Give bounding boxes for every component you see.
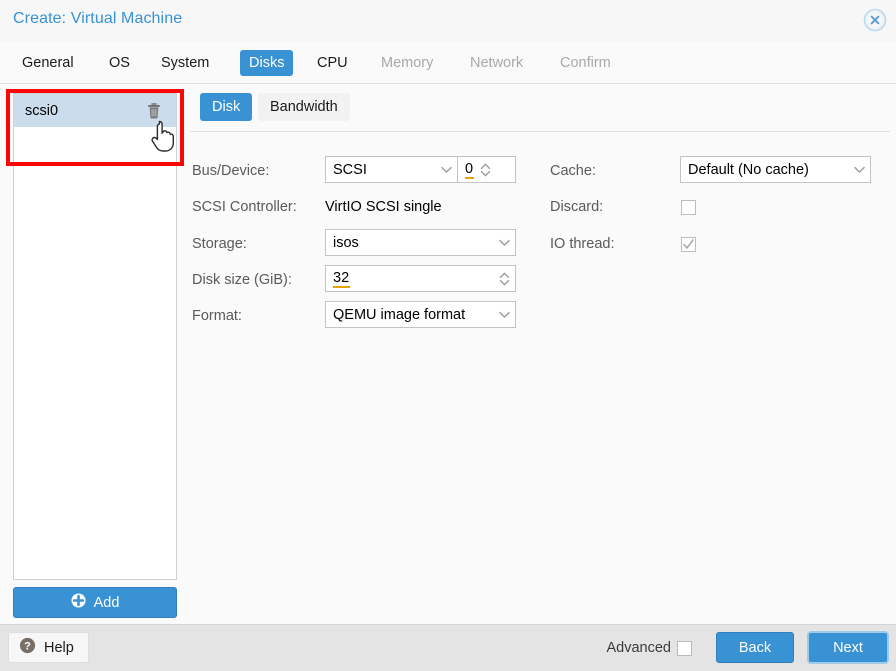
tab-cpu[interactable]: CPU (308, 50, 357, 76)
disk-size-value: 32 (333, 269, 351, 288)
disk-size-stepper[interactable]: 32 (325, 265, 516, 292)
chevron-down-icon (493, 302, 515, 327)
subtab-disk[interactable]: Disk (200, 93, 253, 121)
spinner-arrows-icon[interactable] (493, 266, 515, 291)
bus-device-value: SCSI (333, 161, 367, 178)
chevron-down-icon (435, 157, 457, 182)
discard-label: Discard: (550, 199, 604, 215)
scsi-controller-label: SCSI Controller: (192, 199, 297, 215)
disk-size-label: Disk size (GiB): (192, 272, 292, 288)
tab-confirm: Confirm (560, 55, 611, 71)
bus-device-select[interactable]: SCSI (325, 156, 458, 183)
storage-select[interactable]: isos (325, 229, 516, 256)
wizard-tabbar: General OS System Disks CPU Memory Netwo… (0, 42, 896, 84)
add-disk-button[interactable]: Add (13, 587, 177, 618)
disk-subtabbar: Disk Bandwidth (190, 93, 890, 132)
dialog-titlebar: Create: Virtual Machine (0, 0, 896, 42)
bus-device-label: Bus/Device: (192, 163, 270, 179)
dialog-footer: ? Help Advanced Back Next (0, 624, 896, 671)
question-circle-icon: ? (19, 637, 36, 658)
subtab-divider (190, 131, 890, 132)
disk-name-label: scsi0 (25, 102, 59, 119)
tab-os[interactable]: OS (100, 50, 139, 76)
tab-system[interactable]: System (152, 50, 218, 76)
discard-checkbox[interactable] (681, 200, 696, 215)
spinner-arrows-icon[interactable] (474, 157, 496, 182)
chevron-down-icon (848, 157, 870, 182)
help-button[interactable]: ? Help (8, 632, 89, 663)
add-disk-label: Add (93, 594, 120, 611)
advanced-checkbox[interactable] (677, 641, 692, 656)
tab-network: Network (470, 55, 524, 71)
next-button[interactable]: Next (807, 631, 889, 664)
cache-value: Default (No cache) (688, 161, 809, 178)
tab-general[interactable]: General (13, 50, 83, 76)
format-label: Format: (192, 308, 242, 324)
plus-circle-icon (71, 593, 86, 612)
tab-memory: Memory (381, 55, 434, 71)
subtab-bandwidth[interactable]: Bandwidth (258, 93, 350, 121)
help-label: Help (44, 639, 74, 656)
tab-disks[interactable]: Disks (240, 50, 294, 76)
format-select[interactable]: QEMU image format (325, 301, 516, 328)
back-button[interactable]: Back (716, 632, 794, 663)
format-value: QEMU image format (333, 306, 466, 323)
storage-label: Storage: (192, 236, 247, 252)
create-vm-dialog: Create: Virtual Machine General OS Syste… (0, 0, 896, 671)
disk-settings-panel: Disk Bandwidth Bus/Device: SCSI 0 SCSI C… (190, 93, 890, 618)
trash-icon[interactable] (146, 102, 162, 120)
scsi-controller-value: VirtIO SCSI single (325, 199, 442, 215)
svg-text:?: ? (24, 641, 31, 653)
cache-select[interactable]: Default (No cache) (680, 156, 871, 183)
device-number-value: 0 (465, 160, 475, 179)
chevron-down-icon (493, 230, 515, 255)
dialog-title: Create: Virtual Machine (13, 10, 183, 27)
list-item[interactable]: scsi0 (14, 94, 176, 127)
cache-label: Cache: (550, 163, 596, 179)
advanced-label: Advanced (606, 640, 672, 656)
io-thread-label: IO thread: (550, 236, 615, 252)
io-thread-checkbox[interactable] (681, 237, 696, 252)
disk-list-panel: scsi0 (13, 93, 177, 580)
device-number-stepper[interactable]: 0 (458, 156, 516, 183)
storage-value: isos (333, 234, 359, 251)
close-icon[interactable] (862, 7, 888, 33)
